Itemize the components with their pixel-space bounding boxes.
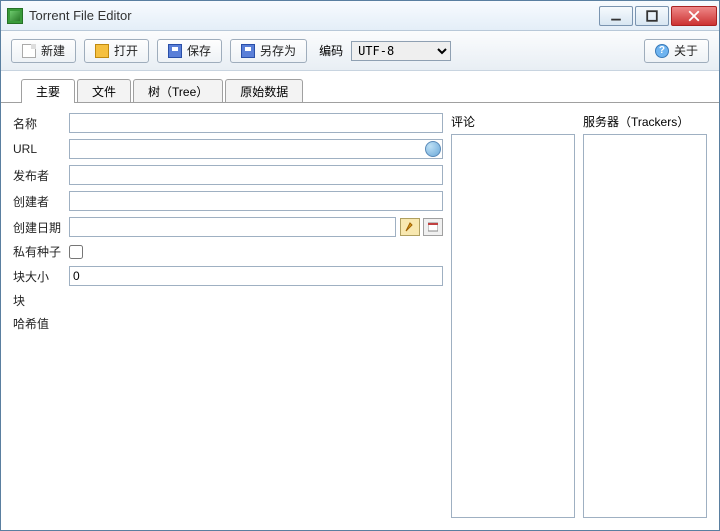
encoding-label: 编码 (319, 42, 343, 59)
app-window: Torrent File Editor 新建 打开 保存 另存为 编码 UTF-… (0, 0, 720, 531)
tabs: 主要 文件 树（Tree） 原始数据 (1, 77, 719, 103)
tab-raw[interactable]: 原始数据 (225, 79, 303, 103)
private-label: 私有种子 (13, 243, 69, 260)
comments-label: 评论 (451, 113, 575, 130)
hash-label: 哈希值 (13, 315, 69, 332)
about-label: 关于 (674, 42, 698, 59)
new-label: 新建 (41, 42, 65, 59)
toolbar: 新建 打开 保存 另存为 编码 UTF-8 ? 关于 (1, 31, 719, 71)
window-controls (599, 6, 717, 26)
tab-tree[interactable]: 树（Tree） (133, 79, 223, 103)
pieces-label: 块 (13, 292, 69, 309)
private-checkbox[interactable] (69, 245, 83, 259)
content-area: 名称 URL 发布者 创建者 创建日期 私有种子 块大小 块 哈希值 评论 (1, 103, 719, 530)
name-label: 名称 (13, 115, 69, 132)
form-column: 名称 URL 发布者 创建者 创建日期 私有种子 块大小 块 哈希值 (13, 113, 443, 518)
created-input[interactable] (69, 217, 396, 237)
trackers-box[interactable] (583, 134, 707, 518)
tab-main[interactable]: 主要 (21, 79, 75, 103)
piece-size-label: 块大小 (13, 268, 69, 285)
save-icon (168, 44, 182, 58)
piece-size-input[interactable] (69, 266, 443, 286)
folder-open-icon (95, 44, 109, 58)
comments-box[interactable] (451, 134, 575, 518)
open-button[interactable]: 打开 (84, 39, 149, 63)
save-label: 保存 (187, 42, 211, 59)
name-input[interactable] (69, 113, 443, 133)
encoding-select[interactable]: UTF-8 (351, 41, 451, 61)
tab-files[interactable]: 文件 (77, 79, 131, 103)
maximize-button[interactable] (635, 6, 669, 26)
created-label: 创建日期 (13, 219, 69, 236)
side-panels: 评论 服务器（Trackers） (451, 113, 707, 518)
url-label: URL (13, 142, 69, 156)
calendar-button[interactable] (423, 218, 443, 236)
saveas-button[interactable]: 另存为 (230, 39, 307, 63)
globe-icon[interactable] (425, 141, 441, 157)
publisher-input[interactable] (69, 165, 443, 185)
creator-label: 创建者 (13, 193, 69, 210)
app-icon (7, 8, 23, 24)
comments-panel: 评论 (451, 113, 575, 518)
publisher-label: 发布者 (13, 167, 69, 184)
save-button[interactable]: 保存 (157, 39, 222, 63)
saveas-label: 另存为 (260, 42, 296, 59)
creator-input[interactable] (69, 191, 443, 211)
file-new-icon (22, 44, 36, 58)
minimize-button[interactable] (599, 6, 633, 26)
titlebar: Torrent File Editor (1, 1, 719, 31)
clear-date-button[interactable] (400, 218, 420, 236)
info-icon: ? (655, 44, 669, 58)
trackers-panel: 服务器（Trackers） (583, 113, 707, 518)
trackers-label: 服务器（Trackers） (583, 113, 707, 130)
new-button[interactable]: 新建 (11, 39, 76, 63)
open-label: 打开 (114, 42, 138, 59)
about-button[interactable]: ? 关于 (644, 39, 709, 63)
close-button[interactable] (671, 6, 717, 26)
window-title: Torrent File Editor (29, 8, 599, 23)
url-input[interactable] (69, 139, 443, 159)
saveas-icon (241, 44, 255, 58)
